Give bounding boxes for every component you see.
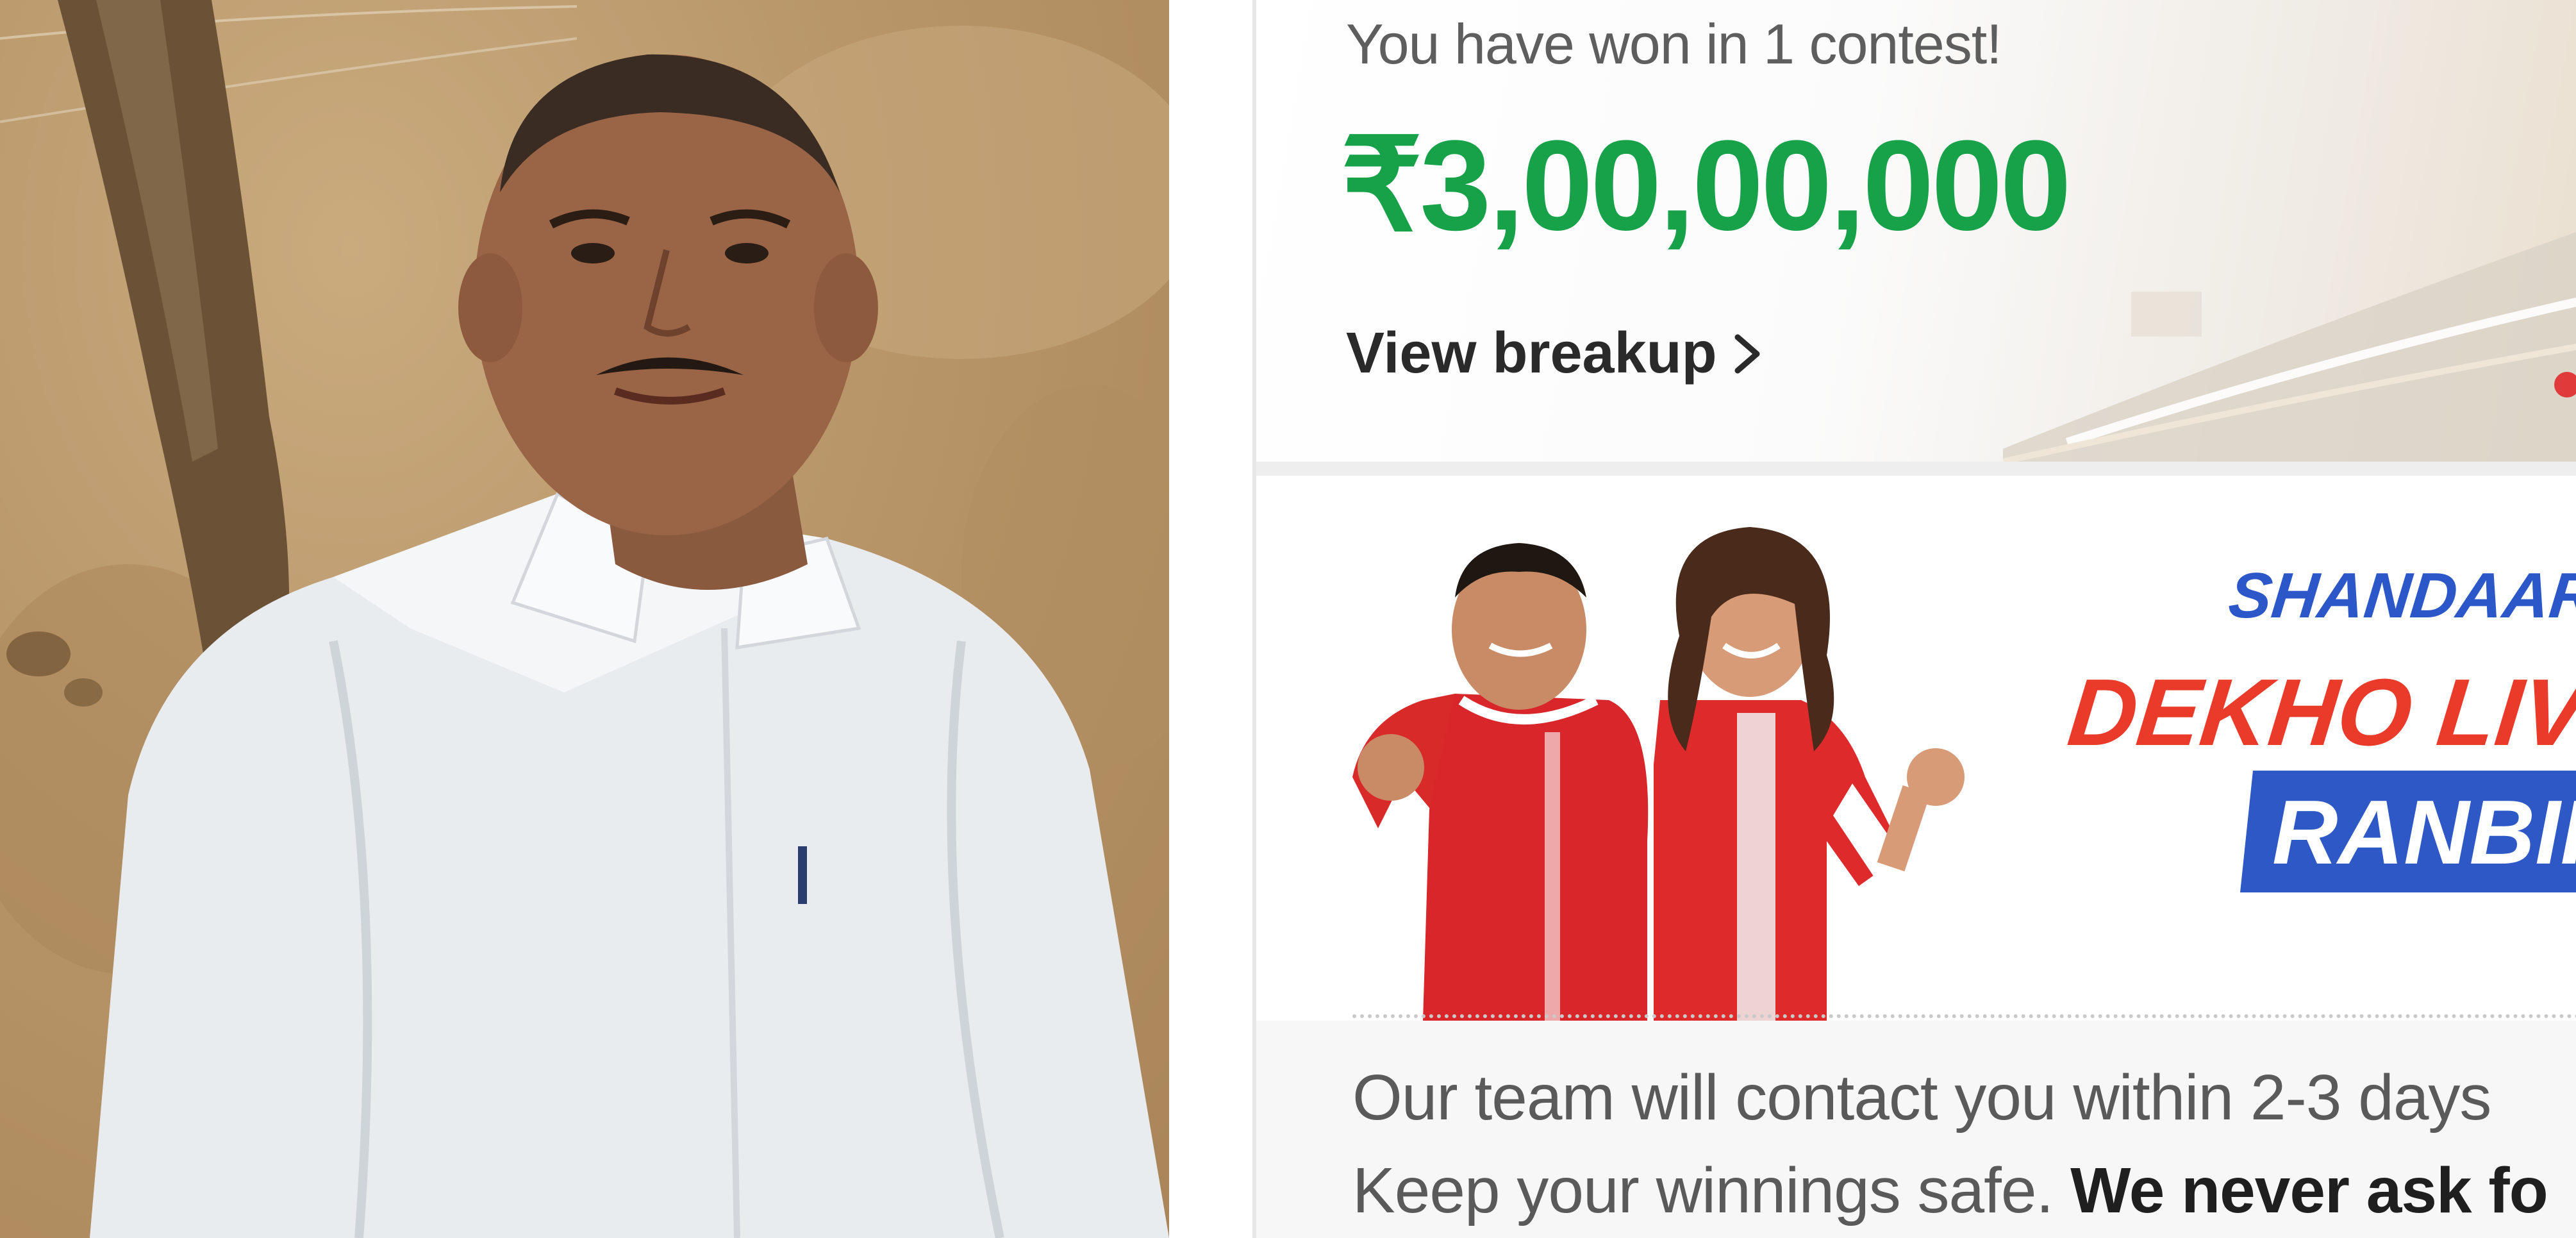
view-breakup-label: View breakup xyxy=(1346,321,1717,385)
man-photo xyxy=(0,0,1169,1238)
promo-ambassadors-image xyxy=(1352,527,1965,1021)
promo-banner[interactable]: SHANDAAR DEKHO LIVE M RANBIR xyxy=(1256,476,2576,1021)
promo-headline-primary: SHANDAAR xyxy=(2225,560,2576,632)
contact-notice: Our team will contact you within 2-3 day… xyxy=(1352,1062,2491,1133)
promo-badge-text: RANBIR xyxy=(2272,782,2576,883)
dotted-divider xyxy=(1352,1014,2576,1018)
prize-amount: ₹3,00,00,000 xyxy=(1341,114,2072,257)
promo-headline-secondary: DEKHO LIVE M xyxy=(2063,660,2576,765)
view-breakup-link[interactable]: View breakup xyxy=(1346,321,1767,387)
app-screenshot: You have won in 1 contest! ₹3,00,00,000 … xyxy=(1252,0,2576,1238)
safety-notice-bold: We never ask fo xyxy=(2070,1155,2548,1226)
stadium-background xyxy=(2003,232,2576,462)
safety-notice: Keep your winnings safe. We never ask fo xyxy=(1352,1154,2548,1228)
safety-notice-text: Keep your winnings safe. xyxy=(1352,1155,2071,1226)
photo-panel xyxy=(0,0,1169,1238)
winnings-card: You have won in 1 contest! ₹3,00,00,000 … xyxy=(1256,0,2576,462)
section-divider xyxy=(1256,462,2576,476)
gutter xyxy=(1169,0,1252,1238)
won-message: You have won in 1 contest! xyxy=(1346,12,2002,76)
chevron-right-icon xyxy=(1734,334,1760,373)
